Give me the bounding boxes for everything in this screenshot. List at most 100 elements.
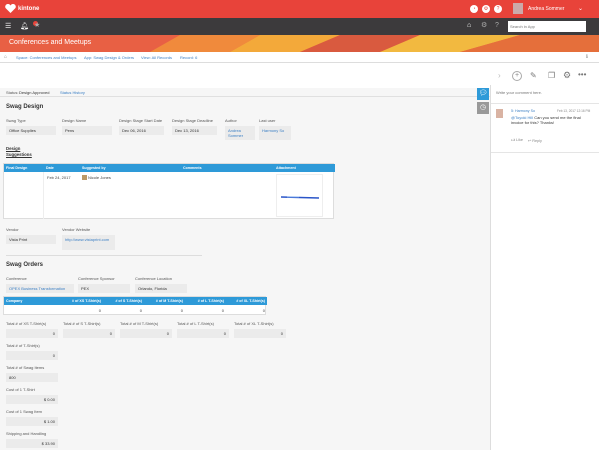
field-label: Conference Sponsor	[78, 276, 115, 281]
field-label: Design Stage Start Date	[119, 118, 163, 123]
add-record-icon[interactable]: +	[512, 71, 522, 81]
date-cell: Feb 24, 2017	[47, 175, 71, 180]
table-header: # of M T-Shirt(s)	[144, 297, 185, 305]
record-content: Swag Design Swag Type Office Supplies De…	[0, 97, 490, 450]
app-title: Conferences and Meetups	[9, 39, 92, 46]
vendor-website-link[interactable]: http://www.vistaprint.com	[62, 235, 115, 250]
divider	[491, 103, 599, 104]
table-header: Date	[44, 164, 80, 172]
table-header: # of L T-Shirt(s)	[185, 297, 226, 305]
design-suggestions-title: Design Suggestions	[6, 146, 32, 157]
field-value: 0	[120, 329, 172, 338]
breadcrumb: ⌂ Space: Conferences and Meetups App: Sw…	[0, 52, 599, 63]
table-cell: 0	[180, 308, 183, 313]
field-label: Total # of L T-Shirt(s)	[177, 321, 214, 326]
pen-image	[280, 196, 320, 199]
field-label: Swag Type	[6, 118, 26, 123]
swag-orders-heading: Swag Orders	[6, 262, 44, 268]
field-total-xl: Total # of XL T-Shirt(s) 0	[234, 321, 286, 338]
settings-icon[interactable]: ⚙	[482, 5, 490, 13]
field-value: 0	[6, 351, 58, 360]
conference-link[interactable]: OPEX Business Transformation	[6, 284, 74, 293]
field-label: Conference	[6, 276, 27, 281]
design-suggestions-table: Final Design Date Suggested by Comments …	[3, 163, 335, 219]
final-design-cell	[4, 172, 44, 219]
top-bar: kintone ◔ ⚙ ? Andrea Sommer ⌄	[0, 0, 599, 18]
info-icon[interactable]: ℹ	[586, 54, 588, 60]
field-label: Total # of Swag Items	[6, 365, 45, 370]
star-icon[interactable]: ★	[34, 22, 40, 29]
like-button[interactable]: 👍︎ Like	[511, 138, 523, 143]
comment-author[interactable]: 5: Harmony So	[511, 109, 535, 113]
edit-icon[interactable]: ✎	[530, 71, 537, 80]
chevron-down-icon[interactable]: ⌄	[578, 5, 583, 12]
avatar[interactable]	[513, 3, 523, 14]
bell-icon[interactable]: 🔔︎	[20, 23, 29, 30]
reply-button[interactable]: ↩ Reply	[528, 138, 542, 143]
field-swag-type: Swag Type Office Supplies	[6, 118, 56, 135]
field-value: $ 33.90	[6, 439, 58, 448]
field-total-m: Total # of M T-Shirt(s) 0	[120, 321, 172, 338]
field-design-name: Design Name Pens	[62, 118, 112, 135]
field-cost-swag: Cost of 1 Swag Item $ 1.00	[6, 409, 58, 426]
field-value: 0	[63, 329, 115, 338]
chevron-right-icon[interactable]: ›	[498, 71, 501, 80]
search-input[interactable]	[508, 21, 586, 32]
brand-logo[interactable]: kintone	[5, 4, 39, 13]
user-name[interactable]: Andrea Sommer	[528, 6, 564, 12]
breadcrumb-space[interactable]: Space: Conferences and Meetups	[16, 55, 76, 60]
field-label: Total # of M T-Shirt(s)	[120, 321, 159, 326]
status-value: Design Approved	[19, 90, 50, 95]
last-user-link[interactable]: Harmony So	[259, 126, 291, 140]
reply-label: Reply	[532, 139, 542, 143]
portal-icon[interactable]: ⌂	[467, 22, 471, 29]
field-label: Vendor	[6, 227, 19, 232]
menu-icon[interactable]: ☰	[5, 23, 11, 30]
table-cell: 0	[262, 308, 265, 313]
table-header: Comments	[181, 164, 274, 172]
gear-icon[interactable]: ⚙	[481, 22, 487, 29]
table-header: Company	[4, 297, 62, 305]
table-header: # of S T-Shirt(s)	[103, 297, 144, 305]
field-value: 800	[6, 373, 58, 382]
field-design-start: Design Stage Start Date Dec 06, 2016	[119, 118, 164, 135]
breadcrumb-record[interactable]: Record: 6	[180, 55, 197, 60]
home-icon[interactable]: ⌂	[4, 54, 7, 60]
app-banner: Conferences and Meetups	[0, 35, 599, 52]
author-link[interactable]: Andrea Sommer	[225, 126, 255, 140]
field-value: Vista Print	[6, 235, 56, 244]
more-options-icon[interactable]: •••	[578, 70, 586, 79]
breadcrumb-view[interactable]: View: All Records	[141, 55, 172, 60]
status-row: Status: Design Approved Status History	[0, 88, 490, 97]
field-author: Author Andrea Sommer	[225, 118, 255, 140]
breadcrumb-app[interactable]: App: Swag Design & Orders	[84, 55, 134, 60]
field-conference-location: Conference Location Orlando, Florida	[135, 276, 187, 293]
help-circle-icon[interactable]: ?	[495, 22, 499, 29]
table-cell: 0	[98, 308, 101, 313]
gear-icon[interactable]: ⚙	[563, 70, 571, 81]
field-value: Office Supplies	[6, 126, 56, 135]
duplicate-icon[interactable]: ❐	[548, 71, 555, 80]
clock-icon[interactable]: ◔	[470, 5, 478, 13]
field-value: PEX	[78, 284, 130, 293]
comment-input[interactable]	[496, 90, 594, 100]
field-vendor: Vendor Vista Print	[6, 227, 56, 244]
brand-name: kintone	[18, 5, 40, 12]
comment-text: @Toyoki Hill Can you send me the final i…	[511, 115, 591, 125]
field-label: Cost of 1 Swag Item	[6, 409, 43, 414]
attachment-thumbnail[interactable]	[276, 174, 323, 217]
field-total-swag: Total # of Swag Items 800	[6, 365, 58, 382]
comments-tab-icon[interactable]: 💬︎	[477, 88, 489, 100]
field-value: Dec 06, 2016	[119, 126, 164, 135]
table-header: Final Design	[4, 164, 44, 172]
history-tab-icon[interactable]: ◷	[477, 102, 489, 114]
status-history-link[interactable]: Status History	[60, 90, 85, 95]
suggested-by-link[interactable]: Nicole Jones	[86, 173, 113, 182]
nav-bar: ☰ 🔔︎ ★ ⌂ ⚙ ?	[0, 18, 599, 35]
table-cell: 0	[221, 308, 224, 313]
section-divider	[6, 255, 202, 256]
help-icon[interactable]: ?	[494, 5, 502, 13]
field-value: Dec 13, 2016	[172, 126, 217, 135]
field-last-user: Last user Harmony So	[259, 118, 291, 140]
field-label: Total # of XS T-Shirt(s)	[6, 321, 47, 326]
